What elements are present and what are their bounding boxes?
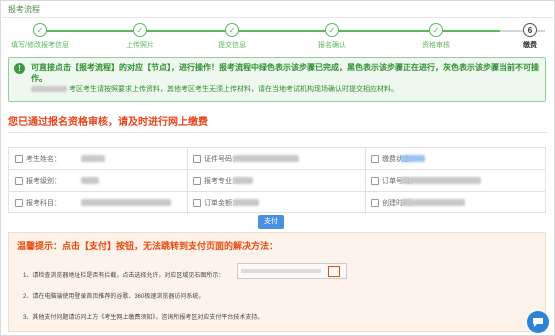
- redacted-value: [401, 199, 465, 206]
- step-label: 报名确认: [318, 42, 346, 49]
- registration-icon: [15, 177, 23, 185]
- chat-icon[interactable]: [527, 311, 549, 333]
- info-field: 报考级别：: [15, 170, 61, 192]
- title-divider: [2, 17, 553, 18]
- tip-item: 3、其他支付问题请访问上方《考生网上缴费须知》，咨询所报考区对应支付平台技术支持…: [23, 315, 264, 321]
- step-label: 上传照片: [126, 42, 154, 49]
- check-icon: ✓: [429, 23, 443, 37]
- redacted-value: [81, 155, 105, 162]
- table-row: 报考级别： 报考专业： 订单号码：: [9, 170, 545, 192]
- id-card-icon: [193, 155, 201, 163]
- info-field: 报考科目：: [15, 192, 61, 214]
- redacted-value: [81, 199, 171, 206]
- step-number-icon: 6: [523, 23, 537, 37]
- field-label: 报考级别：: [26, 178, 61, 185]
- alert-text-secondary-body: 考区考生请按照要求上传资料，其他考区考生无须上传材料，请在当地考试机构现场确认时…: [68, 86, 398, 93]
- step-1[interactable]: ✓ 填写/修改报考信息: [0, 20, 80, 50]
- major-icon: [193, 177, 201, 185]
- order-info-table: 考生姓名： 证件号码： 缴费状态： 报考级别： 报考专业： 订单号码： 报考科目…: [8, 147, 546, 214]
- status-headline: 您已通过报名资格审核，请及时进行网上缴费: [8, 117, 208, 128]
- page-title: 报考流程: [8, 5, 40, 14]
- subject-icon: [15, 199, 23, 207]
- tip-item: 2、请在电脑端使用登录首页推荐的谷歌、360极速浏览器访问系统。: [23, 294, 205, 300]
- browser-hint-image: [237, 263, 347, 279]
- clock-icon: [371, 199, 379, 207]
- step-6[interactable]: 6 缴费: [510, 20, 550, 50]
- info-field: 考生姓名：: [15, 148, 61, 170]
- speech-bubble-icon: [533, 317, 543, 327]
- alert-text-primary: 可直接点击【报考流程】的对应【节点】，进行操作！报考流程中绿色表示该步骤已完成，…: [31, 63, 539, 83]
- check-icon: ✓: [225, 23, 239, 37]
- redacted-value: [233, 155, 299, 162]
- highlight-box: [328, 266, 340, 277]
- tips-heading: 温馨提示：点击【支付】按钮，无法跳转到支付页面的解决方法：: [17, 241, 279, 251]
- step-label: 填写/修改报考信息: [11, 42, 69, 49]
- step-3[interactable]: ✓ 提交信息: [192, 20, 272, 50]
- step-label: 提交信息: [218, 42, 246, 49]
- redacted-value: [401, 177, 481, 184]
- step-label: 资格审核: [422, 42, 450, 49]
- user-icon: [15, 155, 23, 163]
- exclamation-icon: !: [14, 63, 25, 74]
- step-label: 缴费: [523, 42, 537, 49]
- redacted-value: [233, 177, 253, 184]
- payment-status-icon: [371, 155, 379, 163]
- progress-steps: ✓ 填写/修改报考信息 ✓ 上传照片 ✓ 提交信息 ✓ 报名确认 ✓ 资格审核 …: [0, 20, 555, 50]
- tips-panel: 温馨提示：点击【支付】按钮，无法跳转到支付页面的解决方法： 1、请检查浏览器地址…: [8, 232, 546, 332]
- check-icon: ✓: [325, 23, 339, 37]
- tip-item: 1、请检查浏览器地址栏是否有拦截，点击选择允许，对应区域见右图所示：: [23, 273, 225, 279]
- redacted-value: [401, 155, 425, 162]
- step-4[interactable]: ✓ 报名确认: [292, 20, 372, 50]
- step-5[interactable]: ✓ 资格审核: [396, 20, 476, 50]
- table-row: 报考科目： 订单金额： 创建时间：: [9, 192, 545, 214]
- order-icon: [371, 177, 379, 185]
- info-alert: ! 可直接点击【报考流程】的对应【节点】，进行操作！报考流程中绿色表示该步骤已完…: [8, 57, 546, 102]
- field-label: 考生姓名：: [26, 156, 61, 163]
- field-label: 报考科目：: [26, 200, 61, 207]
- redacted-text: [31, 86, 67, 93]
- section-divider: [8, 132, 547, 133]
- redacted-value: [81, 177, 99, 184]
- check-icon: ✓: [133, 23, 147, 37]
- step-2[interactable]: ✓ 上传照片: [100, 20, 180, 50]
- amount-icon: [193, 199, 201, 207]
- alert-text-secondary: 考区考生请按照要求上传资料，其他考区考生无须上传材料，请在当地考试机构现场确认时…: [31, 84, 539, 94]
- redacted-value: [233, 199, 259, 206]
- address-bar: [241, 269, 321, 273]
- pay-button[interactable]: 支付: [258, 215, 284, 229]
- check-icon: ✓: [33, 23, 47, 37]
- table-row: 考生姓名： 证件号码： 缴费状态：: [9, 148, 545, 170]
